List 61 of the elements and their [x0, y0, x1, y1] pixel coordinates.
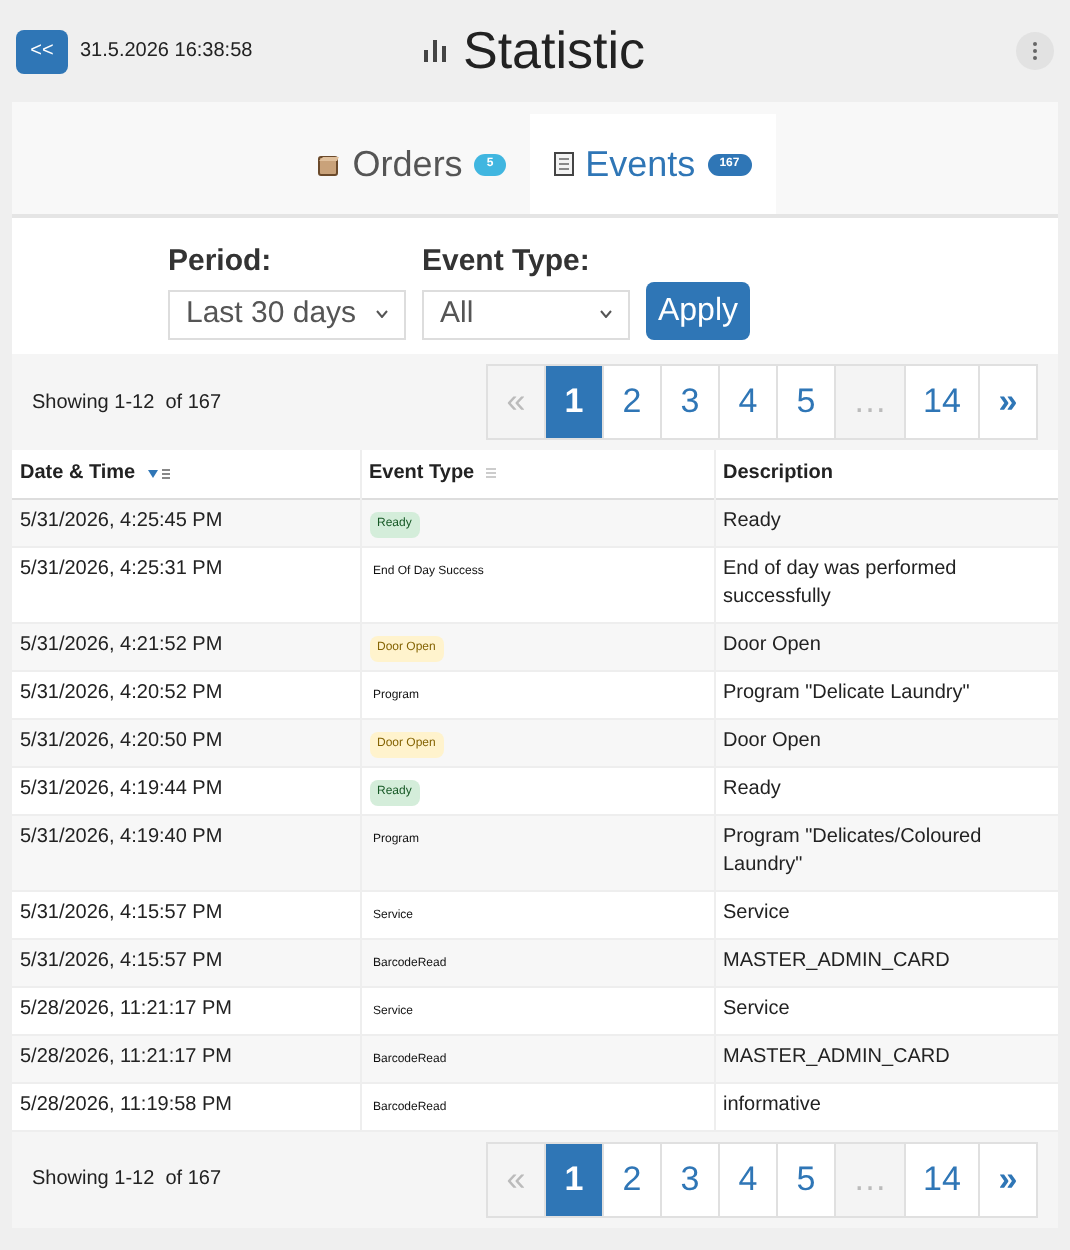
- table-cell: MASTER_ADMIN_CARD: [723, 949, 950, 971]
- chevron-down-icon: [599, 310, 612, 319]
- page-title: Statistic: [462, 18, 646, 84]
- page-button[interactable]: 1: [544, 364, 604, 440]
- page-button[interactable]: 3: [660, 1141, 720, 1217]
- table-cell: End of day was performed successfully: [723, 557, 957, 607]
- table-cell: 5/31/2026, 4:25:45 PM: [20, 509, 223, 531]
- results-summary: Showing 1-12 of 167: [32, 389, 222, 417]
- table-cell: Service: [723, 901, 790, 923]
- next-page-button[interactable]: »: [978, 364, 1038, 440]
- tab-label: Orders: [352, 141, 463, 187]
- page-button[interactable]: 3: [660, 364, 720, 440]
- field-label: Period:: [167, 242, 274, 283]
- more-icon: [1032, 42, 1038, 60]
- page-button[interactable]: 4: [718, 364, 778, 440]
- page-button[interactable]: 1: [544, 1141, 604, 1217]
- page-button[interactable]: 2: [602, 1141, 662, 1217]
- date-time: 31.5.2026 16:38:58: [80, 38, 253, 66]
- column-header[interactable]: Description: [723, 458, 834, 489]
- apply-button[interactable]: Apply: [645, 282, 751, 340]
- table-cell: 5/31/2026, 4:20:50 PM: [20, 729, 223, 751]
- back-button[interactable]: <<: [16, 29, 68, 73]
- table-cell: 5/31/2026, 4:15:57 PM: [20, 949, 223, 971]
- table-cell: 5/31/2026, 4:21:52 PM: [20, 633, 223, 655]
- table-cell: 5/31/2026, 4:20:52 PM: [20, 681, 223, 703]
- page-button[interactable]: 5: [776, 364, 836, 440]
- column-header[interactable]: Date & Time: [20, 458, 136, 489]
- page-button[interactable]: 2: [602, 364, 662, 440]
- table-cell: Ready: [723, 509, 781, 531]
- table-cell: Door Open: [723, 633, 821, 655]
- page-button[interactable]: 14: [904, 364, 980, 440]
- table-cell: 5/31/2026, 4:25:31 PM: [20, 557, 223, 579]
- table-cell: 5/28/2026, 11:21:17 PM: [20, 997, 233, 1019]
- page-button[interactable]: 14: [904, 1141, 980, 1217]
- table-cell: informative: [723, 1093, 821, 1115]
- table-cell: MASTER_ADMIN_CARD: [723, 1045, 950, 1067]
- table-cell: 5/31/2026, 4:19:40 PM: [20, 825, 223, 847]
- table-cell: Door Open: [723, 729, 821, 751]
- table-cell: 5/28/2026, 11:19:58 PM: [20, 1093, 233, 1115]
- page-button[interactable]: 5: [776, 1141, 836, 1217]
- table-cell: Program "Delicates/Coloured Laundry": [723, 825, 982, 875]
- event-type-select[interactable]: All: [421, 289, 630, 340]
- table-cell: 5/28/2026, 11:21:17 PM: [20, 1045, 233, 1067]
- next-page-button[interactable]: »: [978, 1141, 1038, 1217]
- field-label: Event Type:: [421, 242, 592, 283]
- box-icon: [318, 153, 341, 175]
- sort-descending-icon[interactable]: [147, 467, 172, 480]
- table-cell: Service: [723, 997, 790, 1019]
- period-select[interactable]: Last 30 days: [167, 289, 406, 340]
- table-cell: Ready: [723, 777, 781, 799]
- bar-chart-icon: [424, 40, 447, 62]
- more-options-button[interactable]: [1016, 32, 1054, 70]
- table-cell: 5/31/2026, 4:19:44 PM: [20, 777, 223, 799]
- tab-label: Events: [585, 141, 696, 187]
- results-summary: Showing 1-12 of 167: [32, 1166, 222, 1194]
- table-cell: Program "Delicate Laundry": [723, 681, 970, 703]
- table-cell: 5/31/2026, 4:15:57 PM: [20, 901, 223, 923]
- column-header[interactable]: Event Type: [369, 458, 475, 489]
- document-icon: [553, 152, 574, 176]
- chevron-down-icon: [375, 310, 388, 319]
- page-button[interactable]: 4: [718, 1141, 778, 1217]
